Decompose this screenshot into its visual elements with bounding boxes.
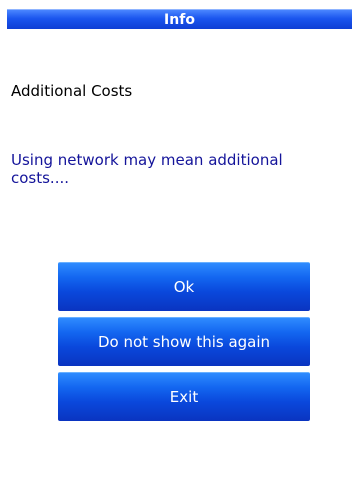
ok-button[interactable]: Ok — [58, 262, 310, 311]
dialog-heading: Additional Costs — [11, 82, 133, 100]
dialog-button-group: Ok Do not show this again Exit — [58, 262, 310, 421]
exit-button[interactable]: Exit — [58, 372, 310, 421]
dialog-title: Info — [164, 11, 195, 28]
do-not-show-again-button[interactable]: Do not show this again — [58, 317, 310, 366]
dialog-message: Using network may mean additional costs.… — [11, 151, 283, 187]
dialog-title-bar: Info — [7, 9, 352, 29]
